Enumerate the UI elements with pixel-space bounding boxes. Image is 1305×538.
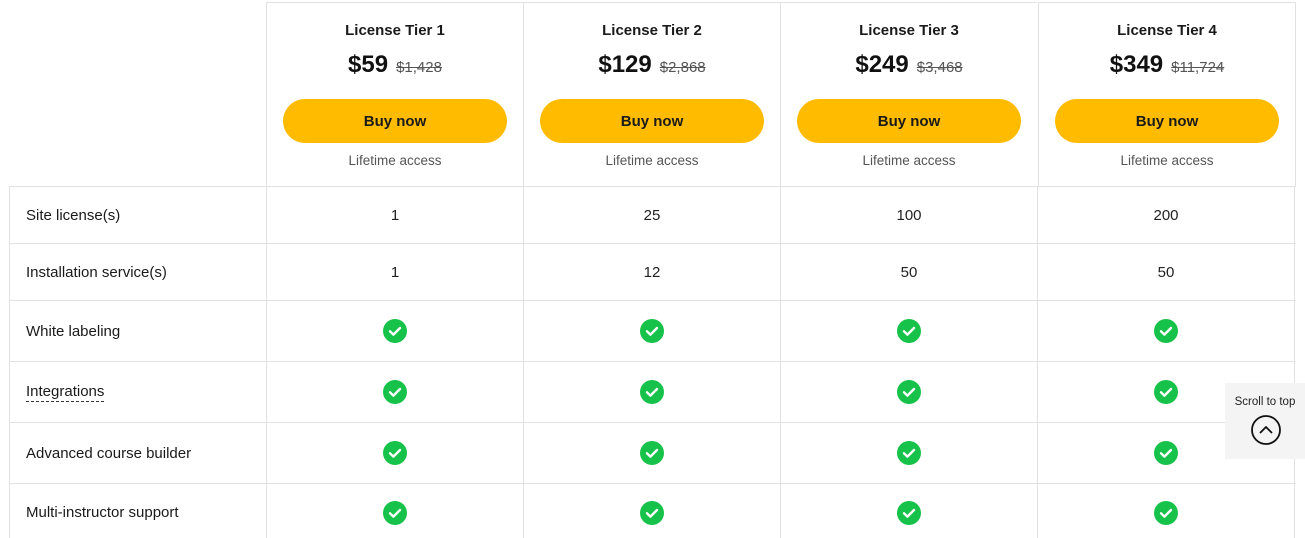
buy-now-button-tier-1[interactable]: Buy now: [283, 99, 507, 143]
check-icon: [897, 441, 921, 465]
check-icon: [1154, 319, 1178, 343]
check-icon: [640, 500, 664, 525]
check-icon: [1154, 441, 1178, 465]
price-line: $349 $11,724: [1039, 51, 1295, 79]
feature-label: Site license(s): [9, 187, 266, 243]
feature-value: [523, 362, 780, 422]
buy-now-button-tier-4[interactable]: Buy now: [1055, 99, 1279, 143]
feature-label-text: Site license(s): [26, 206, 121, 224]
feature-label: Advanced course builder: [9, 423, 266, 483]
tier-price: $59: [348, 51, 389, 78]
check-icon: [1154, 500, 1178, 525]
feature-value: [780, 423, 1037, 483]
tier-price: $249: [855, 51, 909, 78]
tier-old-price: $1,428: [396, 59, 442, 76]
feature-table: Site license(s) 1 25 100 200 Installatio…: [9, 186, 1296, 538]
tier-column-1: License Tier 1 $59 $1,428 Buy now Lifeti…: [266, 2, 523, 186]
feature-row-site-licenses: Site license(s) 1 25 100 200: [9, 186, 1296, 243]
feature-row-installation-services: Installation service(s) 1 12 50 50: [9, 243, 1296, 300]
feature-value: 1: [266, 244, 523, 300]
pricing-table: License Tier 1 $59 $1,428 Buy now Lifeti…: [0, 0, 1305, 538]
price-line: $59 $1,428: [267, 51, 523, 79]
feature-value: [266, 301, 523, 361]
feature-value: 50: [1037, 244, 1295, 300]
price-line: $129 $2,868: [524, 51, 780, 79]
access-note: Lifetime access: [862, 153, 956, 168]
integrations-tooltip-trigger[interactable]: Integrations: [26, 383, 105, 402]
feature-value: 200: [1037, 187, 1295, 243]
feature-value: 50: [780, 244, 1037, 300]
tier-old-price: $11,724: [1171, 59, 1225, 76]
feature-value: [266, 362, 523, 422]
tier-price: $349: [1109, 51, 1164, 78]
check-icon: [897, 500, 921, 525]
check-icon: [383, 319, 407, 343]
feature-value: [780, 484, 1037, 538]
feature-label-text: Installation service(s): [26, 263, 167, 281]
tier-price: $129: [598, 51, 652, 78]
tier-column-4: License Tier 4 $349 $11,724 Buy now Life…: [1038, 2, 1296, 186]
check-icon: [640, 380, 664, 404]
check-icon: [1154, 380, 1178, 404]
access-note: Lifetime access: [605, 153, 699, 168]
feature-row-multi-instructor-support: Multi-instructor support: [9, 483, 1296, 538]
feature-value: 1: [266, 187, 523, 243]
scroll-to-top-label: Scroll to top: [1234, 396, 1296, 408]
tier-old-price: $2,868: [659, 59, 706, 76]
feature-value: [523, 484, 780, 538]
feature-row-advanced-course-builder: Advanced course builder: [9, 422, 1296, 483]
tier-name: License Tier 4: [1117, 22, 1217, 39]
feature-value: [523, 423, 780, 483]
feature-value: [780, 362, 1037, 422]
feature-value: [780, 301, 1037, 361]
check-icon: [383, 380, 407, 404]
check-icon: [640, 319, 664, 343]
tier-old-price: $3,468: [916, 59, 963, 76]
feature-value: [523, 301, 780, 361]
tier-name: License Tier 2: [602, 22, 702, 39]
tier-name: License Tier 1: [345, 22, 445, 39]
check-icon: [640, 441, 664, 465]
feature-value: [1037, 301, 1295, 361]
tier-name: License Tier 3: [859, 22, 959, 39]
feature-value: [266, 484, 523, 538]
check-icon: [897, 380, 921, 404]
feature-row-integrations: Integrations: [9, 361, 1296, 422]
scroll-to-top-button[interactable]: Scroll to top: [1225, 383, 1305, 459]
feature-value: 100: [780, 187, 1037, 243]
feature-label: Installation service(s): [9, 244, 266, 300]
buy-now-button-tier-2[interactable]: Buy now: [540, 99, 764, 143]
feature-label-text: Advanced course builder: [26, 444, 192, 462]
feature-label-text: White labeling: [26, 322, 121, 340]
check-icon: [897, 319, 921, 343]
feature-value: 12: [523, 244, 780, 300]
feature-label: White labeling: [9, 301, 266, 361]
feature-row-white-labeling: White labeling: [9, 300, 1296, 361]
price-line: $249 $3,468: [781, 51, 1037, 79]
buy-now-button-tier-3[interactable]: Buy now: [797, 99, 1021, 143]
feature-value: [266, 423, 523, 483]
access-note: Lifetime access: [348, 153, 442, 168]
feature-label-text: Multi-instructor support: [26, 504, 179, 521]
feature-value: [1037, 484, 1295, 538]
feature-value: 25: [523, 187, 780, 243]
tier-column-3: License Tier 3 $249 $3,468 Buy now Lifet…: [780, 2, 1037, 186]
feature-label: Multi-instructor support: [9, 484, 266, 538]
access-note: Lifetime access: [1120, 153, 1214, 168]
feature-label: Integrations: [9, 362, 266, 422]
tier-column-2: License Tier 2 $129 $2,868 Buy now Lifet…: [523, 2, 780, 186]
check-icon: [383, 441, 407, 465]
check-icon: [383, 500, 407, 525]
chevron-up-icon: [1251, 415, 1281, 445]
